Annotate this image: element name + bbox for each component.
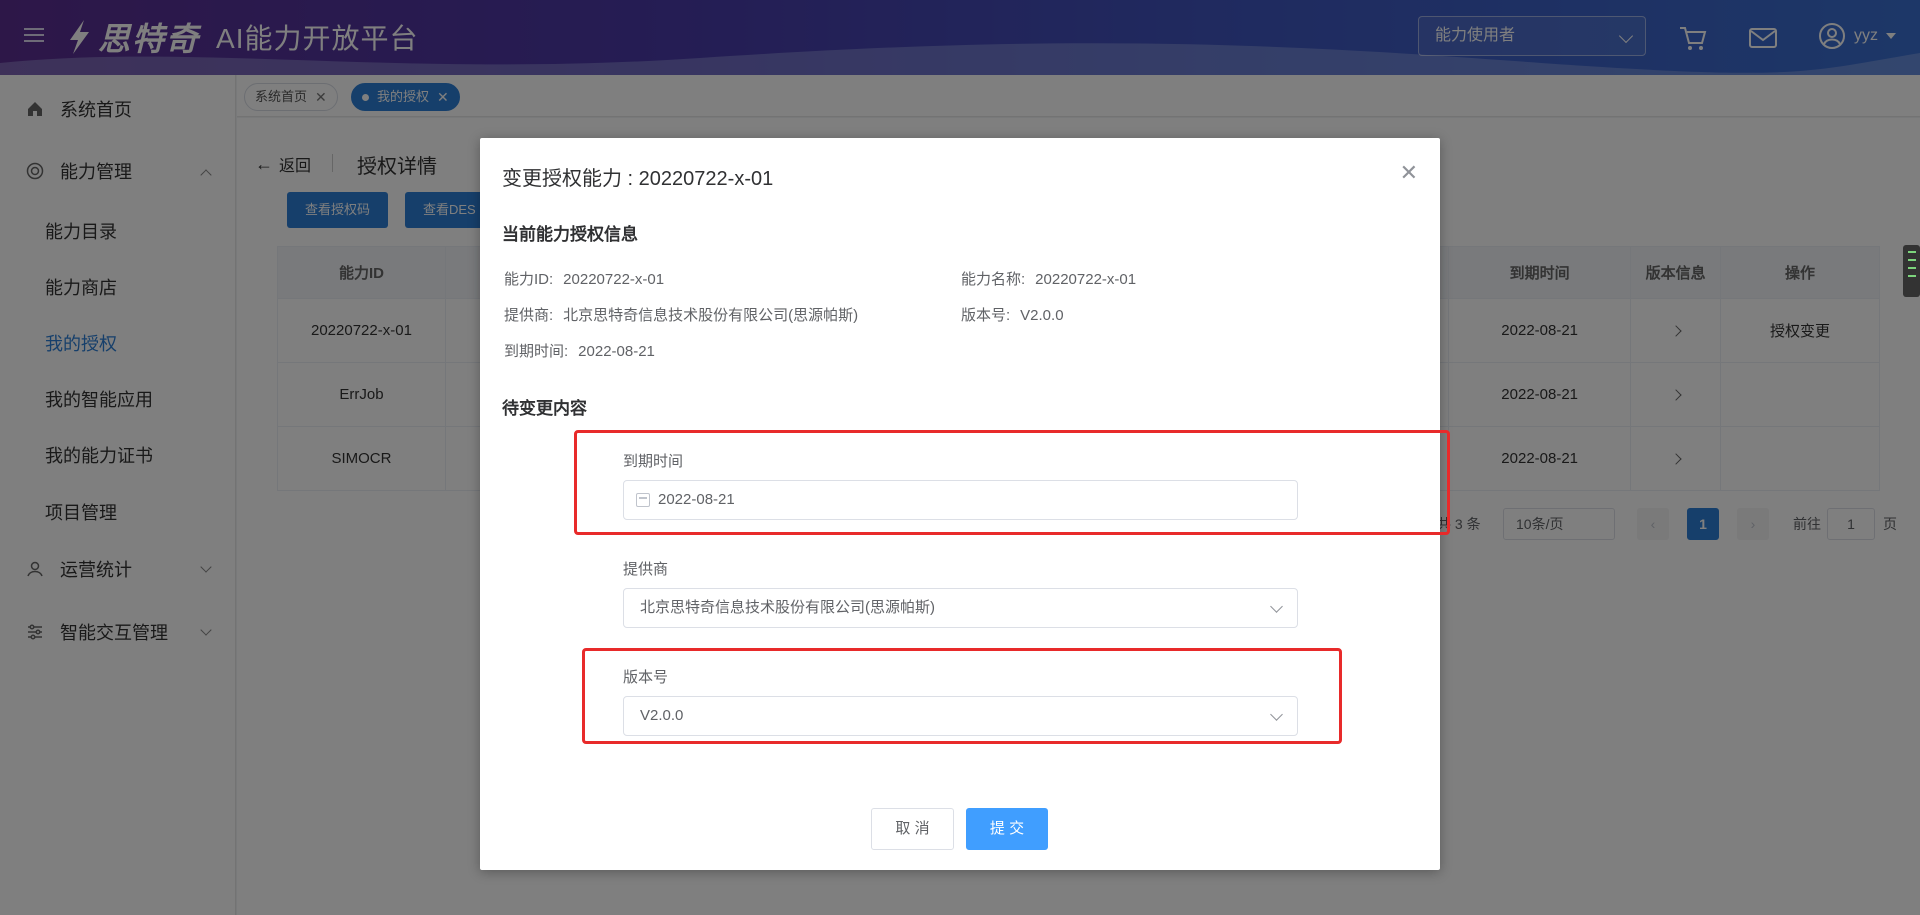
info-capability-name: 能力名称: 20220722-x-01 xyxy=(961,268,1136,289)
info-value: 20220722-x-01 xyxy=(1035,271,1137,288)
info-label: 能力ID: xyxy=(504,271,554,288)
highlight-box-expire xyxy=(574,430,1450,535)
info-value: V2.0.0 xyxy=(1020,307,1064,324)
submit-button[interactable]: 提 交 xyxy=(966,808,1048,850)
cancel-button[interactable]: 取 消 xyxy=(871,808,954,850)
provider-select[interactable]: 北京思特奇信息技术股份有限公司(思源帕斯) xyxy=(623,588,1298,628)
dialog-title: 变更授权能力 : 20220722-x-01 xyxy=(502,168,774,190)
info-label: 提供商: xyxy=(504,307,554,324)
provider-value: 北京思特奇信息技术股份有限公司(思源帕斯) xyxy=(640,599,935,616)
info-label: 版本号: xyxy=(961,307,1011,324)
highlight-box-version xyxy=(582,648,1342,744)
current-info-heading: 当前能力授权信息 xyxy=(502,225,638,244)
info-expire: 到期时间: 2022-08-21 xyxy=(504,340,655,361)
info-label: 到期时间: xyxy=(504,343,569,360)
close-icon[interactable]: ✕ xyxy=(1400,160,1418,186)
provider-label: 提供商 xyxy=(623,561,669,578)
info-value: 北京思特奇信息技术股份有限公司(思源帕斯) xyxy=(563,307,859,324)
info-value: 2022-08-21 xyxy=(578,343,655,360)
chevron-down-icon xyxy=(1270,600,1283,613)
pending-changes-heading: 待变更内容 xyxy=(502,399,587,418)
info-value: 20220722-x-01 xyxy=(563,271,665,288)
info-label: 能力名称: xyxy=(961,271,1026,288)
info-version: 版本号: V2.0.0 xyxy=(961,304,1064,325)
info-provider: 提供商: 北京思特奇信息技术股份有限公司(思源帕斯) xyxy=(504,304,858,325)
side-widget[interactable] xyxy=(1903,245,1920,297)
info-capability-id: 能力ID: 20220722-x-01 xyxy=(504,268,664,289)
